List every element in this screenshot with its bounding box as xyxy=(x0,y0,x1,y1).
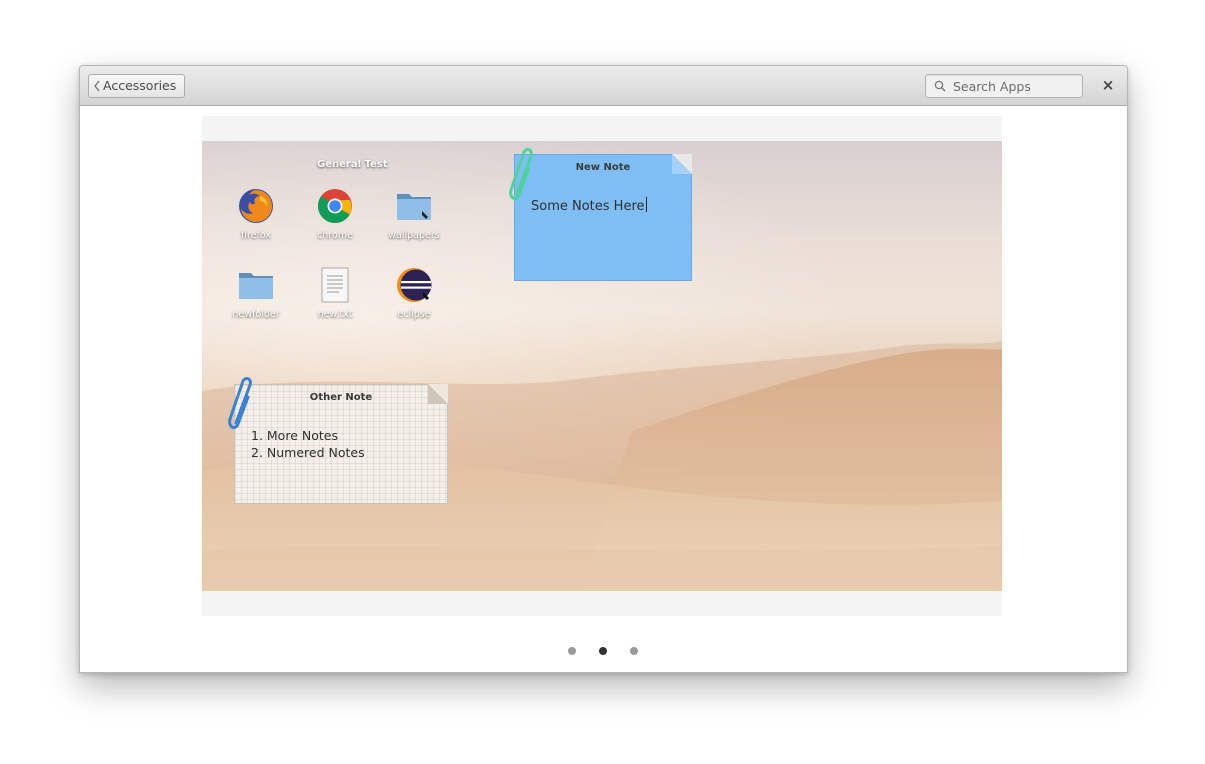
back-button-label: Accessories xyxy=(103,78,177,93)
desktop-group-title: General Test xyxy=(317,159,388,170)
desktop-icon-new-txt: new.txt xyxy=(300,267,370,320)
firefox-icon xyxy=(239,189,273,223)
sticky-note-other: Other Note 1. More Notes 2. Numered Note… xyxy=(234,384,448,504)
chevron-left-icon xyxy=(94,80,100,92)
note-title: New Note xyxy=(575,162,631,173)
note-list: 1. More Notes 2. Numered Notes xyxy=(251,427,365,461)
desktop-icon-label: firefox xyxy=(240,230,271,241)
app-window: Accessories × xyxy=(79,65,1128,673)
note-title: Other Note xyxy=(309,392,373,403)
pagination-dot-1[interactable] xyxy=(568,647,576,655)
paperclip-icon xyxy=(228,376,252,430)
desktop-icon-label: wallpapers xyxy=(388,230,440,241)
text-caret xyxy=(645,197,647,212)
close-button[interactable]: × xyxy=(1098,75,1118,95)
search-input[interactable] xyxy=(953,75,1075,97)
headerbar: Accessories × xyxy=(80,66,1127,106)
pagination-dot-2[interactable] xyxy=(599,647,607,655)
close-icon: × xyxy=(1101,76,1115,94)
folder-icon xyxy=(397,194,431,220)
page-fold-icon xyxy=(428,384,448,404)
desktop-icon-eclipse: eclipse xyxy=(379,267,449,320)
desktop-icon-label: chrome xyxy=(317,230,353,241)
desktop-icon-newfolder: newfolder xyxy=(221,267,291,320)
folder-icon xyxy=(239,273,273,299)
paperclip-icon xyxy=(509,147,533,201)
desktop-icon-firefox: firefox xyxy=(221,188,291,241)
desktop-icon-label: eclipse xyxy=(397,309,431,320)
page-fold-icon xyxy=(672,154,692,174)
list-item: 2. Numered Notes xyxy=(251,445,365,460)
desktop-icon-wallpapers: wallpapers xyxy=(379,188,449,241)
desktop-icon-label: new.txt xyxy=(317,309,353,320)
note-body: Some Notes Here xyxy=(531,197,647,214)
back-button[interactable]: Accessories xyxy=(88,74,186,98)
list-item: 1. More Notes xyxy=(251,428,338,443)
screenshot-desktop: General Test firefox chrome wallpapers n… xyxy=(202,141,1002,591)
search-icon xyxy=(934,80,946,92)
chrome-icon xyxy=(317,189,352,223)
desktop-icon-label: newfolder xyxy=(232,309,280,320)
eclipse-icon xyxy=(397,268,432,302)
desktop-icon-chrome: chrome xyxy=(300,188,370,241)
app-screenshot: General Test firefox chrome wallpapers n… xyxy=(202,116,1002,616)
search-field[interactable] xyxy=(925,74,1083,98)
sticky-note-new: New Note Some Notes Here xyxy=(514,154,692,281)
pagination-dot-3[interactable] xyxy=(630,647,638,655)
text-file-icon xyxy=(321,267,349,303)
